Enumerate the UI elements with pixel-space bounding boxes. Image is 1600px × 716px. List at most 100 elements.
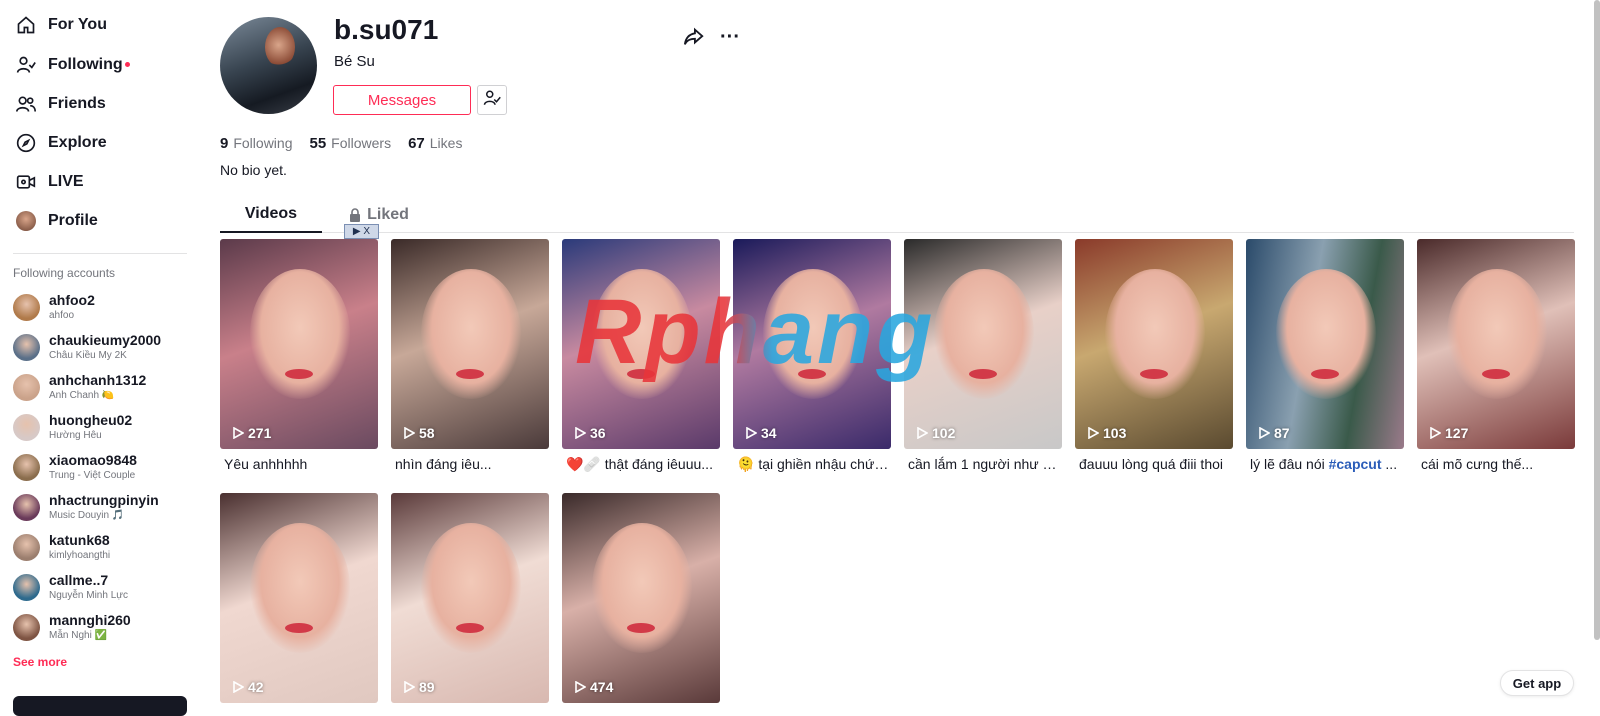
- thumbnail-detail: [1140, 369, 1168, 379]
- avatar: [13, 533, 40, 561]
- avatar: [13, 333, 40, 361]
- play-icon: [404, 681, 415, 693]
- video-thumbnail[interactable]: 127: [1417, 239, 1575, 449]
- thumbnail-face: [250, 523, 350, 653]
- nav-live[interactable]: LIVE: [13, 165, 84, 199]
- video-card[interactable]: 271 Yêu anhhhhh: [220, 239, 378, 472]
- following-account-item[interactable]: xiaomao9848 Trung - Việt Couple: [13, 450, 137, 484]
- share-icon[interactable]: [682, 25, 706, 49]
- following-account-item[interactable]: huongheu02 Hường Hêu: [13, 410, 132, 444]
- thumbnail-detail: [1311, 369, 1339, 379]
- thumbnail-detail: [627, 369, 655, 379]
- messages-button[interactable]: Messages: [333, 85, 471, 115]
- video-card[interactable]: 103 đauuu lòng quá điii thoi: [1075, 239, 1233, 472]
- thumbnail-face: [421, 523, 521, 653]
- video-thumbnail[interactable]: 102: [904, 239, 1062, 449]
- account-username: xiaomao9848: [49, 452, 137, 469]
- thumbnail-detail: [798, 369, 826, 379]
- play-icon: [917, 427, 928, 439]
- notification-dot: [124, 62, 130, 67]
- video-card[interactable]: 42: [220, 493, 378, 703]
- nav-profile-label: Profile: [48, 212, 98, 229]
- thumbnail-face: [421, 269, 521, 399]
- video-card[interactable]: 36 ❤️🩹 thật đáng iêuuu...: [562, 239, 720, 473]
- thumbnail-detail: [285, 623, 313, 633]
- following-account-item[interactable]: nhactrungpinyin Music Douyin 🎵: [13, 490, 159, 524]
- thumbnail-face: [592, 269, 692, 399]
- video-thumbnail[interactable]: 42: [220, 493, 378, 703]
- video-caption: lý lẽ đâu nói #capcut ...: [1250, 456, 1398, 472]
- account-username: katunk68: [49, 532, 110, 549]
- avatar: [13, 613, 40, 641]
- video-thumbnail[interactable]: 271: [220, 239, 378, 449]
- nav-explore[interactable]: Explore: [13, 126, 107, 160]
- account-username: anhchanh1312: [49, 372, 147, 389]
- nav-friends[interactable]: Friends: [13, 87, 106, 121]
- video-card[interactable]: 89: [391, 493, 549, 703]
- play-icon: [575, 681, 586, 693]
- nav-following[interactable]: Following: [13, 48, 130, 82]
- video-card[interactable]: 102 cần lắm 1 người như vậ...: [904, 239, 1062, 472]
- avatar: [13, 493, 40, 521]
- see-more-link[interactable]: See more: [13, 655, 67, 669]
- account-username: chaukieumy2000: [49, 332, 162, 349]
- video-thumbnail[interactable]: 34: [733, 239, 891, 449]
- video-caption: cần lắm 1 người như vậ...: [908, 456, 1062, 472]
- avatar: [13, 293, 40, 321]
- home-icon: [13, 12, 39, 38]
- video-card[interactable]: 474: [562, 493, 720, 703]
- following-account-item[interactable]: chaukieumy2000 Châu Kiều My 2K: [13, 330, 161, 364]
- view-count: 271: [232, 425, 271, 441]
- sidebar-divider: [13, 253, 187, 254]
- view-count: 474: [574, 679, 613, 695]
- friends-icon: [13, 91, 39, 117]
- thumbnail-face: [1447, 269, 1547, 399]
- video-caption: 🫠 tại ghiền nhậu chứ h...: [737, 456, 891, 472]
- video-caption: Yêu anhhhhh: [224, 456, 308, 472]
- sidebar-footer-button[interactable]: [13, 696, 187, 716]
- page-scrollbar[interactable]: [1594, 0, 1600, 640]
- video-thumbnail[interactable]: 58: [391, 239, 549, 449]
- video-thumbnail[interactable]: 89: [391, 493, 549, 703]
- video-card[interactable]: 34 🫠 tại ghiền nhậu chứ h...: [733, 239, 891, 473]
- more-options-icon[interactable]: ···: [718, 25, 742, 49]
- video-thumbnail[interactable]: 36: [562, 239, 720, 449]
- profile-bio: No bio yet.: [220, 162, 287, 178]
- account-username: huongheu02: [49, 412, 133, 429]
- profile-username: b.su071: [334, 14, 439, 45]
- hashtag-link[interactable]: #capcut: [1329, 456, 1382, 472]
- lock-icon: [349, 208, 361, 222]
- video-caption: nhìn đáng iêu...: [395, 456, 492, 472]
- thumbnail-face: [934, 269, 1034, 399]
- video-card[interactable]: 58 nhìn đáng iêu...: [391, 239, 549, 472]
- account-name: Anh Chanh 🍋: [49, 389, 115, 401]
- get-app-button[interactable]: Get app: [1500, 670, 1574, 696]
- avatar: [13, 413, 40, 441]
- ad-badge[interactable]: ▶ X: [344, 224, 379, 239]
- video-thumbnail[interactable]: 87: [1246, 239, 1404, 449]
- following-account-item[interactable]: mannghi260 Mẫn Nghi ✅: [13, 610, 131, 644]
- video-thumbnail[interactable]: 474: [562, 493, 720, 703]
- video-card[interactable]: 87 lý lẽ đâu nói #capcut ...: [1246, 239, 1404, 472]
- following-account-item[interactable]: callme..7 Nguyễn Minh Lực: [13, 570, 128, 604]
- following-stat[interactable]: 9 Following: [220, 135, 292, 152]
- following-account-item[interactable]: katunk68 kimlyhoangthi: [13, 530, 110, 564]
- profile-tabs: Videos Liked: [220, 197, 1574, 233]
- profile-nickname: Bé Su: [334, 53, 375, 70]
- play-icon: [1259, 427, 1270, 439]
- profile-avatar: [220, 17, 317, 114]
- live-icon: [13, 169, 39, 195]
- nav-profile[interactable]: Profile: [13, 204, 98, 238]
- view-count: 42: [232, 679, 264, 695]
- likes-stat: 67 Likes: [408, 135, 463, 152]
- followers-stat[interactable]: 55 Followers: [309, 135, 391, 152]
- video-card[interactable]: 127 cái mõ cưng thế...: [1417, 239, 1575, 472]
- nav-live-label: LIVE: [48, 173, 84, 190]
- following-account-item[interactable]: anhchanh1312 Anh Chanh 🍋: [13, 370, 146, 404]
- follow-status-button[interactable]: [477, 85, 507, 115]
- video-thumbnail[interactable]: 103: [1075, 239, 1233, 449]
- tab-videos[interactable]: Videos: [220, 197, 322, 233]
- following-account-item[interactable]: ahfoo2 ahfoo: [13, 290, 95, 324]
- nav-for-you[interactable]: For You: [13, 8, 107, 42]
- thumbnail-face: [763, 269, 863, 399]
